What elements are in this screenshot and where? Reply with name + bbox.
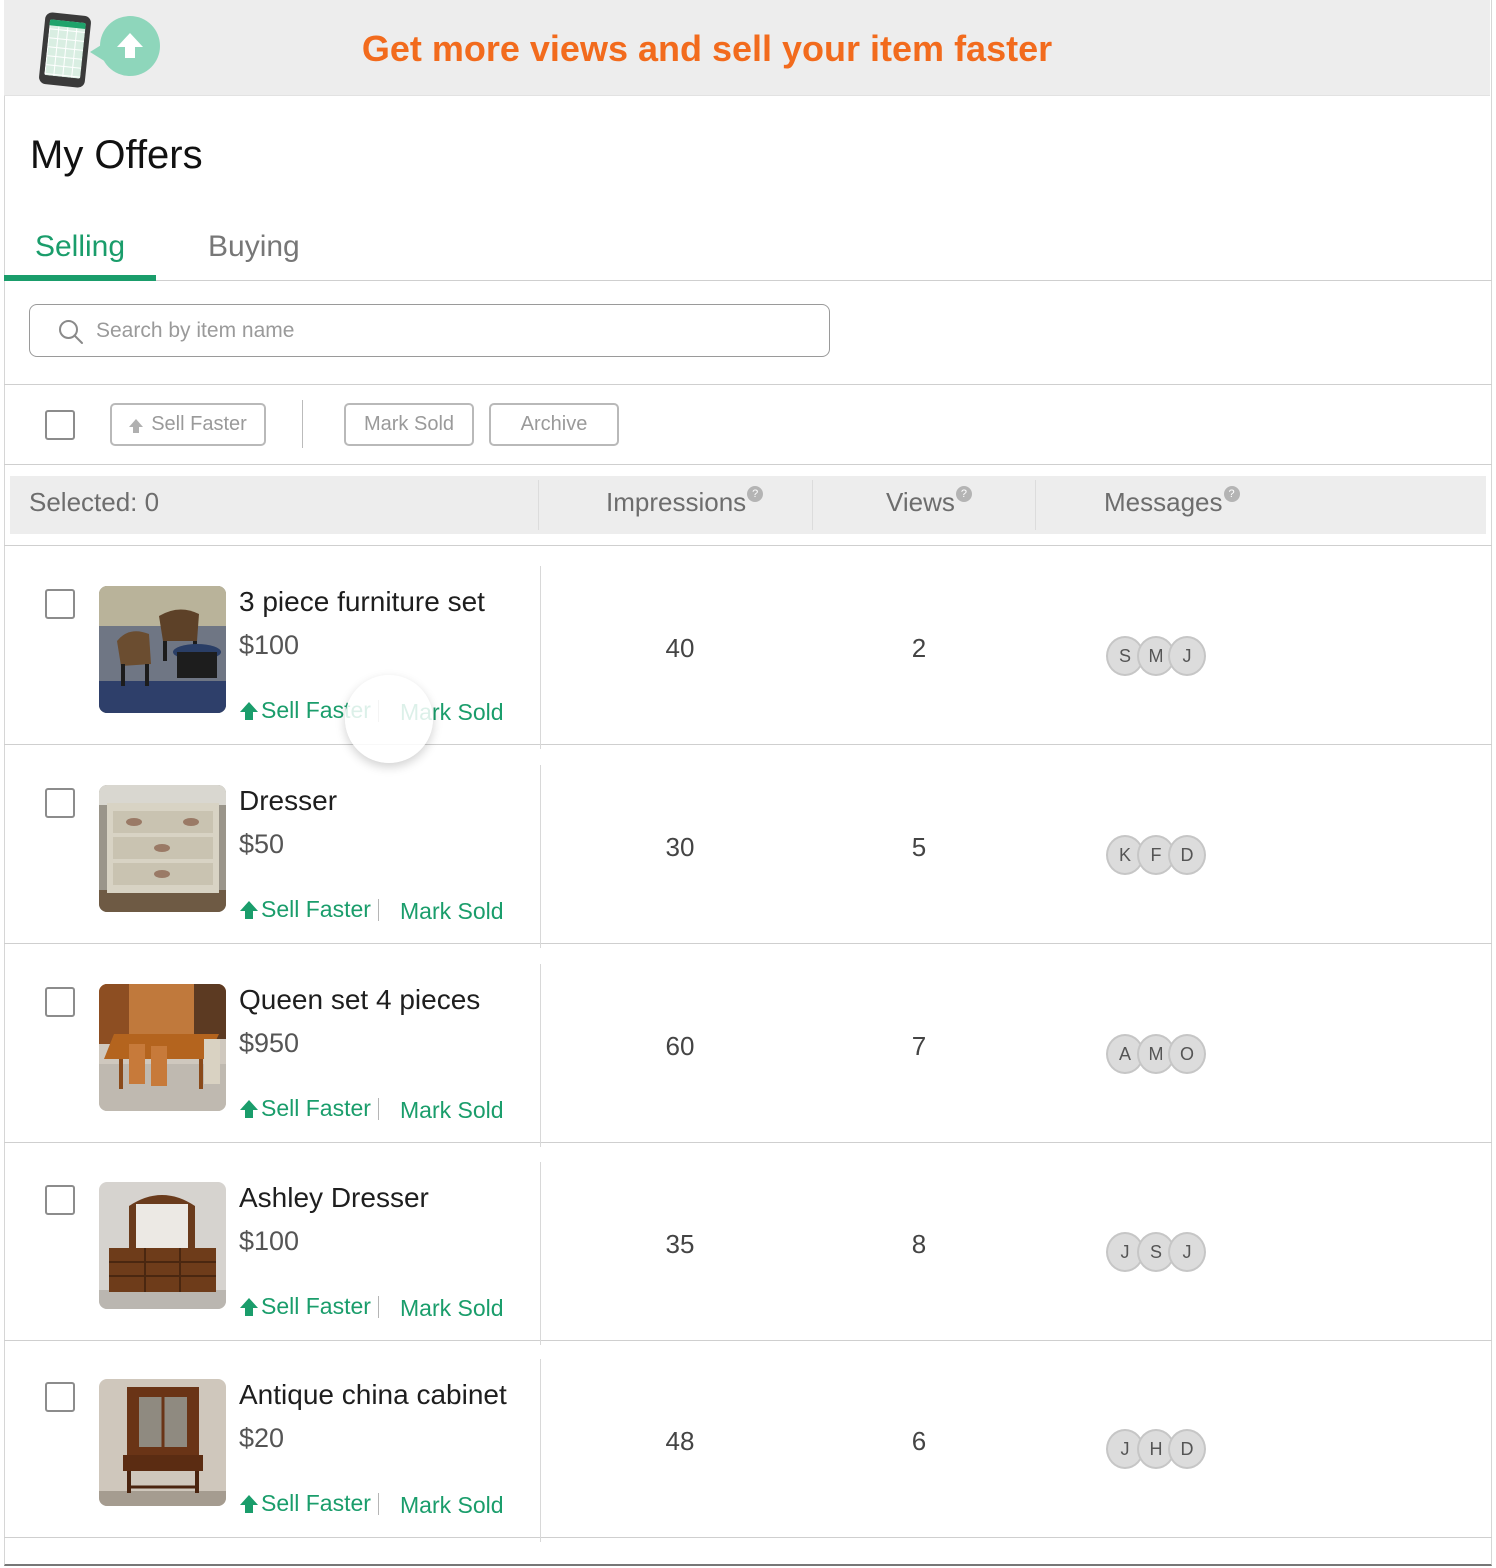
mark-sold-link[interactable]: Mark Sold — [400, 1492, 504, 1519]
avatar[interactable]: D — [1168, 1429, 1206, 1469]
tab-bar: Selling Buying — [4, 226, 1492, 281]
tab-buying[interactable]: Buying — [208, 226, 300, 281]
table-row[interactable]: Queen set 4 pieces $950 Sell Faster Mark… — [4, 944, 1492, 1147]
header-impressions: Impressions? — [606, 486, 764, 518]
item-thumbnail[interactable] — [99, 1379, 226, 1506]
table-row[interactable]: 3 piece furniture set $100 Sell Faster M… — [4, 546, 1492, 749]
sell-faster-link[interactable]: Sell Faster — [239, 1490, 371, 1517]
avatar[interactable]: J — [1168, 1232, 1206, 1272]
sell-faster-link[interactable]: Sell Faster — [239, 1293, 371, 1320]
sell-faster-label: Sell Faster — [261, 1490, 371, 1516]
item-thumbnail[interactable] — [99, 785, 226, 912]
bulk-archive-button[interactable]: Archive — [489, 403, 619, 446]
divider — [4, 384, 1492, 385]
impressions-count: 35 — [665, 1229, 695, 1259]
views-count: 7 — [911, 1031, 927, 1061]
mark-sold-link[interactable]: Mark Sold — [400, 1295, 504, 1322]
column-divider — [540, 1359, 541, 1542]
page-title: My Offers — [30, 133, 203, 177]
avatar[interactable]: J — [1168, 636, 1206, 676]
mark-sold-link[interactable]: Mark Sold — [400, 898, 504, 925]
arrow-up-icon — [240, 901, 258, 919]
column-divider — [540, 1162, 541, 1345]
header-messages: Messages? — [1104, 486, 1240, 518]
item-thumbnail[interactable] — [99, 984, 226, 1111]
row-checkbox[interactable] — [45, 1382, 75, 1412]
views-count: 8 — [911, 1229, 927, 1259]
divider — [4, 464, 1492, 465]
bulk-mark-sold-button[interactable]: Mark Sold — [344, 403, 474, 446]
avatar[interactable]: D — [1168, 835, 1206, 875]
action-divider — [378, 700, 379, 722]
toolbar-divider — [302, 400, 303, 448]
impressions-count: 60 — [665, 1031, 695, 1061]
arrow-up-icon — [240, 1100, 258, 1118]
search-icon — [59, 320, 83, 344]
sell-faster-label: Sell Faster — [261, 1293, 371, 1319]
sell-faster-link[interactable]: Sell Faster — [239, 1095, 371, 1122]
action-divider — [378, 899, 379, 921]
arrow-up-icon — [240, 1495, 258, 1513]
impressions-count: 40 — [665, 633, 695, 663]
mark-sold-link[interactable]: Mark Sold — [400, 1097, 504, 1124]
views-count: 6 — [911, 1426, 927, 1456]
tab-selling[interactable]: Selling — [4, 226, 156, 281]
sell-faster-label: Sell Faster — [261, 697, 371, 723]
item-name[interactable]: Antique china cabinet — [239, 1379, 507, 1411]
bulk-sell-faster-button[interactable]: Sell Faster — [110, 403, 266, 446]
sell-faster-label: Sell Faster — [261, 896, 371, 922]
table-row[interactable]: Antique china cabinet $20 Sell Faster Ma… — [4, 1339, 1492, 1542]
item-price: $100 — [239, 630, 300, 660]
item-thumbnail[interactable] — [99, 586, 226, 713]
item-name[interactable]: Dresser — [239, 785, 337, 817]
item-price: $100 — [239, 1226, 300, 1256]
sell-faster-link[interactable]: Sell Faster — [239, 697, 371, 724]
help-icon[interactable]: ? — [1223, 486, 1240, 502]
action-divider — [378, 1493, 379, 1515]
impressions-count: 48 — [665, 1426, 695, 1456]
help-icon[interactable]: ? — [747, 486, 764, 502]
action-divider — [378, 1296, 379, 1318]
column-divider — [540, 964, 541, 1147]
search-box[interactable] — [29, 304, 830, 357]
views-count: 2 — [911, 633, 927, 663]
select-all-checkbox[interactable] — [45, 410, 75, 440]
item-price: $950 — [239, 1028, 300, 1058]
table-header: Selected: 0 Impressions? Views? Messages… — [10, 476, 1486, 534]
banner-headline: Get more views and sell your item faster — [361, 28, 1053, 69]
mark-sold-link[interactable]: Mark Sold — [400, 699, 504, 726]
column-divider — [540, 566, 541, 749]
views-count: 5 — [911, 832, 927, 862]
sell-faster-link[interactable]: Sell Faster — [239, 896, 371, 923]
item-name[interactable]: 3 piece furniture set — [239, 586, 485, 618]
item-price: $50 — [239, 829, 285, 859]
arrow-up-icon — [240, 1298, 258, 1316]
header-views: Views? — [886, 486, 972, 518]
item-price: $20 — [239, 1423, 285, 1453]
column-divider — [540, 765, 541, 948]
arrow-up-icon — [129, 419, 143, 433]
search-input[interactable] — [96, 313, 796, 349]
promo-banner[interactable]: Get more views and sell your item faster — [4, 0, 1490, 96]
arrow-up-icon — [240, 702, 258, 720]
row-checkbox[interactable] — [45, 987, 75, 1017]
impressions-count: 30 — [665, 832, 695, 862]
help-icon[interactable]: ? — [955, 486, 972, 502]
avatar[interactable]: O — [1168, 1034, 1206, 1074]
selected-count: Selected: 0 — [29, 487, 160, 517]
row-checkbox[interactable] — [45, 1185, 75, 1215]
item-name[interactable]: Ashley Dresser — [239, 1182, 429, 1214]
table-row[interactable]: Dresser $50 Sell Faster Mark Sold 30 5 K… — [4, 745, 1492, 948]
action-divider — [378, 1098, 379, 1120]
bulk-sell-faster-label: Sell Faster — [151, 413, 247, 435]
sell-faster-label: Sell Faster — [261, 1095, 371, 1121]
item-thumbnail[interactable] — [99, 1182, 226, 1309]
row-checkbox[interactable] — [45, 589, 75, 619]
row-checkbox[interactable] — [45, 788, 75, 818]
table-row[interactable]: Ashley Dresser $100 Sell Faster Mark Sol… — [4, 1142, 1492, 1345]
item-name[interactable]: Queen set 4 pieces — [239, 984, 480, 1016]
